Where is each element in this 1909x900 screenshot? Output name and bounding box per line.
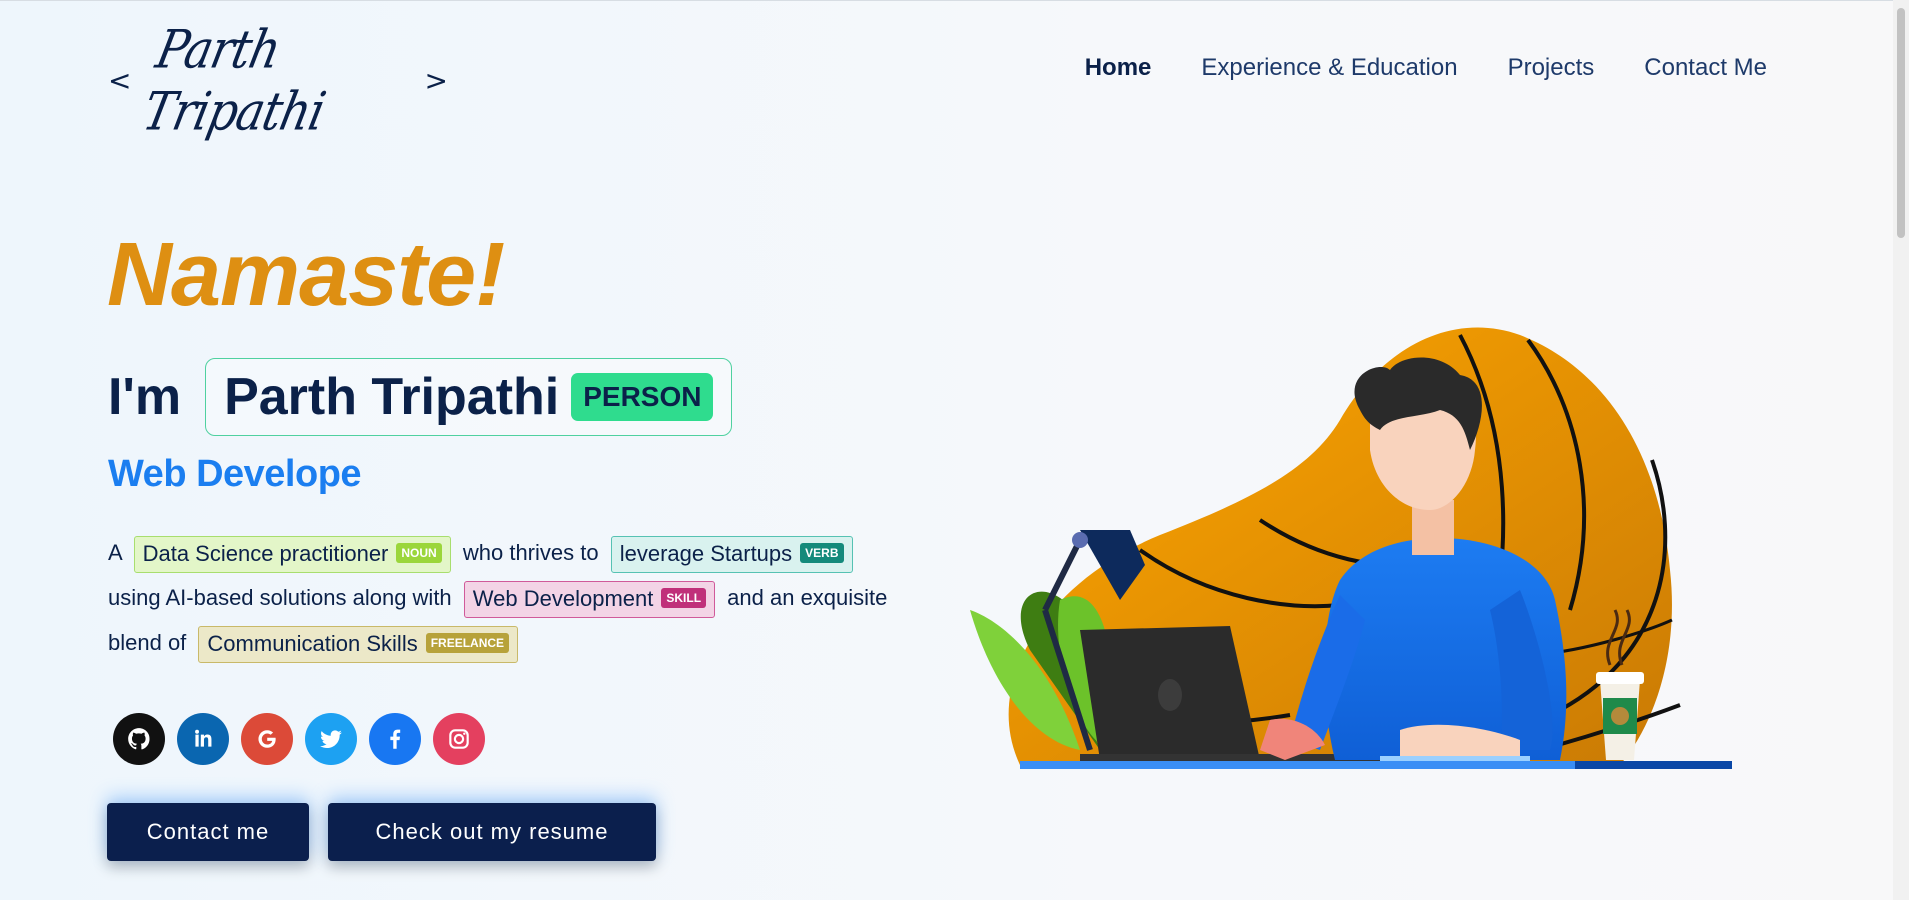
nav-projects[interactable]: Projects — [1508, 54, 1595, 82]
person-name: Parth Tripathi — [224, 368, 560, 426]
chip-label-skill: SKILL — [661, 587, 707, 608]
developer-illustration — [970, 327, 1732, 769]
github-icon — [128, 728, 150, 750]
linkedin-icon — [195, 729, 212, 747]
nav-home[interactable]: Home — [1085, 54, 1152, 82]
chip-label-freelance: FREELANCE — [425, 632, 510, 653]
desc-line3: blend of — [108, 630, 187, 655]
chip-label-noun: NOUN — [396, 542, 442, 563]
desc-mid1: who thrives to — [462, 540, 599, 565]
description: A Data Science practitioner NOUN who thri… — [108, 530, 948, 665]
main-nav: Home Experience & Education Projects Con… — [1085, 54, 1767, 82]
logo-close-bracket: > — [424, 63, 448, 97]
github-link[interactable] — [113, 713, 165, 765]
chip-text: leverage Startups — [619, 540, 793, 566]
chip-communication-skills: Communication Skills FREELANCE — [198, 625, 519, 663]
chip-label-verb: VERB — [800, 542, 844, 563]
facebook-icon — [390, 729, 401, 749]
linkedin-link[interactable] — [177, 713, 229, 765]
google-icon — [258, 730, 276, 748]
logo-open-bracket: < — [108, 63, 132, 97]
name-entity-chip: Parth Tripathi PERSON — [205, 358, 733, 436]
person-tag: PERSON — [571, 373, 714, 421]
chip-data-science: Data Science practitioner NOUN — [133, 535, 451, 573]
resume-button[interactable]: Check out my resume — [328, 803, 656, 861]
chip-leverage-startups: leverage Startups VERB — [610, 535, 853, 573]
intro-line: I'm Parth Tripathi PERSON — [108, 358, 733, 436]
page-scrollbar[interactable] — [1893, 0, 1909, 900]
im-text: I'm — [108, 368, 182, 426]
chip-web-development: Web Development SKILL — [463, 580, 716, 618]
twitter-link[interactable] — [305, 713, 357, 765]
desc-mid2: and an exquisite — [727, 585, 888, 610]
google-link[interactable] — [241, 713, 293, 765]
chip-text: Communication Skills — [207, 630, 418, 656]
nav-contact-me[interactable]: Contact Me — [1644, 54, 1767, 82]
scrollbar-thumb[interactable] — [1897, 8, 1905, 238]
logo-signature: Parth Tripathi — [138, 17, 331, 143]
instagram-icon — [449, 729, 469, 749]
desc-a: A — [108, 540, 122, 565]
typed-role: Web Develope — [108, 453, 362, 495]
greeting-heading: Namaste! — [107, 225, 505, 325]
chip-text: Data Science practitioner — [142, 540, 389, 566]
facebook-link[interactable] — [369, 713, 421, 765]
chip-text: Web Development — [472, 585, 654, 611]
nav-experience-education[interactable]: Experience & Education — [1201, 54, 1457, 82]
social-links — [113, 713, 485, 765]
desc-line2: using AI-based solutions along with — [108, 585, 452, 610]
top-divider — [0, 0, 1909, 1]
twitter-icon — [320, 730, 342, 748]
instagram-link[interactable] — [433, 713, 485, 765]
contact-me-button[interactable]: Contact me — [107, 803, 309, 861]
logo[interactable]: < Parth Tripathi > — [108, 18, 448, 142]
